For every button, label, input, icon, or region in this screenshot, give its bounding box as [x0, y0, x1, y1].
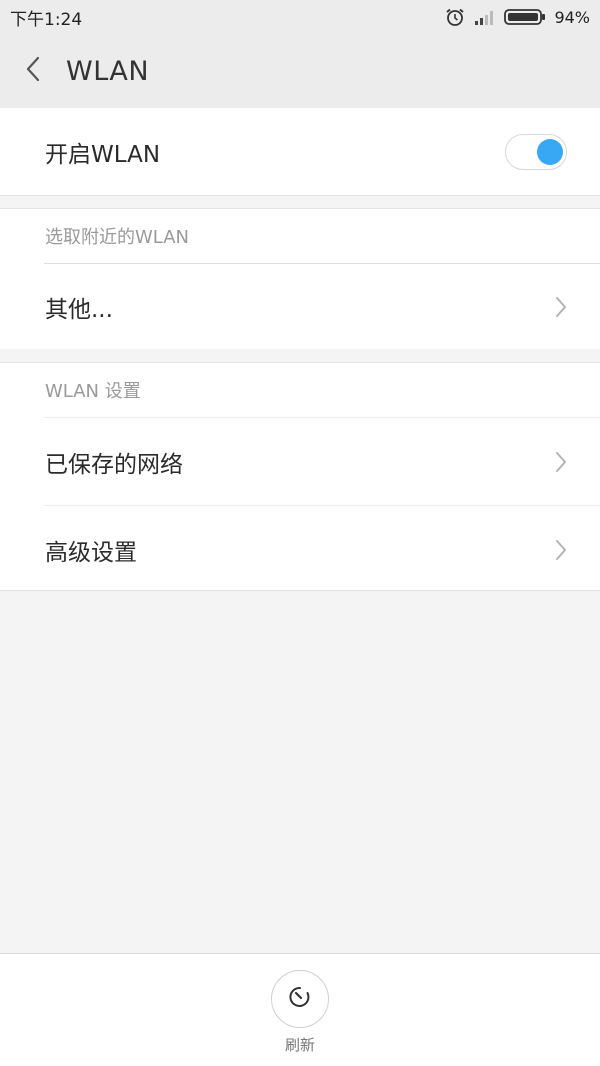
nearby-section-title: 选取附近的WLAN: [45, 227, 190, 248]
wlan-toggle-label: 开启WLAN: [45, 142, 161, 168]
page-title: WLAN: [66, 55, 150, 87]
list-item-label: 已保存的网络: [45, 451, 183, 478]
status-icons: 94%: [444, 7, 590, 27]
list-item-other[interactable]: 其他...: [0, 264, 600, 350]
wlan-toggle-section: 开启WLAN: [0, 108, 600, 196]
wlan-switch-knob: [537, 139, 563, 165]
refresh-label: 刷新: [284, 1036, 315, 1054]
app-header: WLAN: [0, 34, 600, 108]
battery-percent: 94%: [554, 7, 590, 27]
back-button[interactable]: [0, 34, 66, 108]
chevron-right-icon: [554, 450, 568, 474]
wlan-switch[interactable]: [505, 134, 567, 170]
nearby-networks-section: 选取附近的WLAN 其他...: [0, 208, 600, 349]
list-item-label: 其他...: [45, 297, 113, 323]
chevron-right-icon: [554, 538, 568, 562]
bottom-action-bar: 刷新: [0, 953, 600, 1066]
chevron-right-icon: [554, 295, 568, 319]
battery-icon: [504, 8, 546, 26]
signal-icon: [474, 9, 496, 25]
status-time: 下午1:24: [10, 9, 83, 30]
list-item-label: 高级设置: [45, 539, 137, 566]
back-arrow-icon: [24, 55, 42, 87]
list-item-saved-networks[interactable]: 已保存的网络: [0, 418, 600, 505]
list-item-advanced-settings[interactable]: 高级设置: [0, 506, 600, 593]
refresh-icon: [287, 984, 313, 1014]
alarm-icon: [444, 7, 466, 27]
refresh-button[interactable]: [271, 970, 329, 1028]
wlan-settings-section: WLAN 设置 已保存的网络 高级设置: [0, 362, 600, 591]
settings-section-title: WLAN 设置: [45, 381, 141, 402]
wlan-toggle-row[interactable]: 开启WLAN: [0, 108, 600, 196]
status-bar: 下午1:24 94%: [0, 0, 600, 34]
